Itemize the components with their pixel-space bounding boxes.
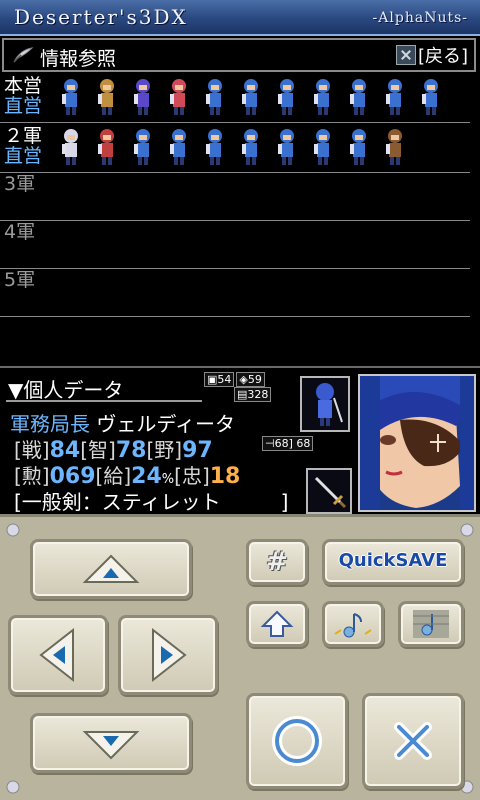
dpad-down-button[interactable] bbox=[30, 713, 192, 773]
soldier-sprite-icon bbox=[134, 79, 150, 115]
unit-sprites bbox=[56, 76, 446, 120]
game-screen: Deserter's3DX -AlphaNuts- 情報参照 [戻る] 本営 直… bbox=[0, 0, 480, 800]
army-label: 本営 bbox=[4, 75, 43, 97]
music-note-icon bbox=[334, 613, 372, 638]
developer-name: -AlphaNuts- bbox=[372, 10, 468, 26]
dpad-right-button[interactable] bbox=[118, 615, 218, 695]
stats-row-1: [戦]84[智]78[野]97 bbox=[14, 434, 213, 463]
quicksave-label: QuickSAVE bbox=[338, 550, 448, 571]
army-row-4[interactable]: 4軍 bbox=[0, 220, 470, 269]
unit-name: ヴェルディータ bbox=[96, 412, 235, 436]
stat-label: [戦] bbox=[14, 438, 50, 462]
soldier-sprite-icon bbox=[134, 129, 150, 165]
unit-sprite-frame bbox=[300, 376, 350, 432]
cancel-button[interactable] bbox=[362, 693, 464, 789]
arrow-left-icon bbox=[39, 627, 74, 683]
army-list: 本営 直営 ２軍 直営 3軍 4軍 5軍 bbox=[0, 74, 480, 364]
game-title: Deserter's3DX bbox=[14, 5, 188, 29]
army-label: 5軍 bbox=[4, 269, 36, 291]
soldier-sprite-icon bbox=[206, 79, 222, 115]
portrait-image bbox=[360, 376, 474, 510]
stat-label: [勲] bbox=[14, 464, 50, 488]
soldier-sprite-icon bbox=[350, 129, 366, 165]
arrow-up-icon bbox=[82, 554, 140, 583]
soldier-sprite-icon bbox=[350, 79, 366, 115]
sharp-icon: # bbox=[266, 547, 288, 577]
music-button[interactable] bbox=[322, 601, 384, 647]
knight-sprite-icon bbox=[316, 383, 343, 426]
army-label: 4軍 bbox=[4, 221, 36, 243]
army-label: 3軍 bbox=[4, 173, 36, 195]
cross-icon bbox=[394, 722, 432, 760]
personal-data-panel: ▼個人データ ▣54 ◈59 ▤328 軍務局長 ヴェルディータ [戦]84[智]… bbox=[0, 366, 480, 516]
quicksave-button[interactable]: QuickSAVE bbox=[322, 539, 464, 585]
mini-stat-c: ▤328 bbox=[234, 387, 272, 402]
arrow-right-icon bbox=[152, 627, 187, 683]
soldier-sprite-icon bbox=[242, 129, 258, 165]
army-sub-label: 直営 bbox=[4, 145, 43, 167]
mini-stat-b: ◈59 bbox=[236, 372, 265, 387]
info-header: 情報参照 [戻る] bbox=[2, 38, 476, 72]
mini-stat-a: ▣54 bbox=[204, 372, 235, 387]
unit-sprites bbox=[56, 126, 410, 170]
personal-header: ▼個人データ bbox=[8, 378, 124, 402]
up-small-button[interactable] bbox=[246, 601, 308, 647]
dpad-up-button[interactable] bbox=[30, 539, 192, 599]
soldier-sprite-icon bbox=[170, 79, 186, 115]
army-row-2[interactable]: ２軍 直営 bbox=[0, 124, 470, 173]
army-row-3[interactable]: 3軍 bbox=[0, 172, 470, 221]
soldier-sprite-icon bbox=[314, 129, 330, 165]
title-bar: Deserter's3DX -AlphaNuts- bbox=[0, 0, 480, 36]
stat-unit: % bbox=[161, 472, 175, 487]
stat-label: [野] bbox=[146, 438, 183, 462]
soldier-sprite-icon bbox=[386, 129, 402, 165]
stat-label: [給] bbox=[95, 464, 132, 488]
soldier-sprite-icon bbox=[314, 79, 330, 115]
army-row-5[interactable]: 5軍 bbox=[0, 268, 470, 317]
mini-stats: ▣54 ◈59 ▤328 bbox=[204, 372, 273, 402]
grid-button[interactable]: # bbox=[246, 539, 308, 585]
dpad-left-button[interactable] bbox=[8, 615, 108, 695]
back-button[interactable]: [戻る] bbox=[395, 42, 468, 68]
control-pad: # QuickSAVE bbox=[0, 514, 480, 800]
stat-label: [忠] bbox=[174, 464, 210, 488]
hit-stat-box: ⊣68] 68 bbox=[262, 436, 314, 451]
music-off-button[interactable] bbox=[398, 601, 464, 647]
corner-ornament-icon bbox=[6, 780, 20, 794]
arrow-up-small-icon bbox=[260, 610, 294, 637]
back-label[interactable]: [戻る] bbox=[418, 42, 468, 68]
soldier-sprite-icon bbox=[98, 79, 114, 115]
soldier-sprite-icon bbox=[62, 129, 78, 165]
arrow-down-icon bbox=[82, 731, 140, 760]
sword-icon bbox=[314, 476, 347, 509]
soldier-sprite-icon bbox=[386, 79, 402, 115]
soldier-sprite-icon bbox=[170, 129, 186, 165]
corner-ornament-icon bbox=[460, 523, 474, 537]
confirm-button[interactable] bbox=[246, 693, 348, 789]
soldier-sprite-icon bbox=[278, 79, 294, 115]
info-title: 情報参照 bbox=[40, 48, 117, 70]
army-label: ２軍 bbox=[4, 125, 43, 147]
stat-label: [智] bbox=[80, 438, 116, 462]
circle-icon bbox=[272, 716, 322, 766]
music-off-icon bbox=[413, 610, 449, 638]
weapon-line: [一般剣：スティレット ] bbox=[14, 490, 289, 514]
quill-icon bbox=[13, 47, 34, 63]
stats-row-2: [勲]069[給]24%[忠]18 bbox=[14, 460, 240, 489]
unit-rank: 軍務局長 bbox=[10, 412, 90, 436]
army-row-main[interactable]: 本営 直営 bbox=[0, 74, 470, 123]
character-portrait bbox=[358, 374, 476, 512]
close-icon[interactable] bbox=[395, 45, 416, 65]
soldier-sprite-icon bbox=[242, 79, 258, 115]
corner-ornament-icon bbox=[6, 523, 20, 537]
soldier-sprite-icon bbox=[422, 79, 438, 115]
weapon-icon-frame bbox=[306, 468, 352, 514]
header-underline bbox=[6, 400, 202, 402]
soldier-sprite-icon bbox=[62, 79, 78, 115]
soldier-sprite-icon bbox=[206, 129, 222, 165]
soldier-sprite-icon bbox=[278, 129, 294, 165]
soldier-sprite-icon bbox=[98, 129, 114, 165]
unit-name-line: 軍務局長 ヴェルディータ bbox=[10, 408, 235, 437]
army-sub-label: 直営 bbox=[4, 95, 43, 117]
